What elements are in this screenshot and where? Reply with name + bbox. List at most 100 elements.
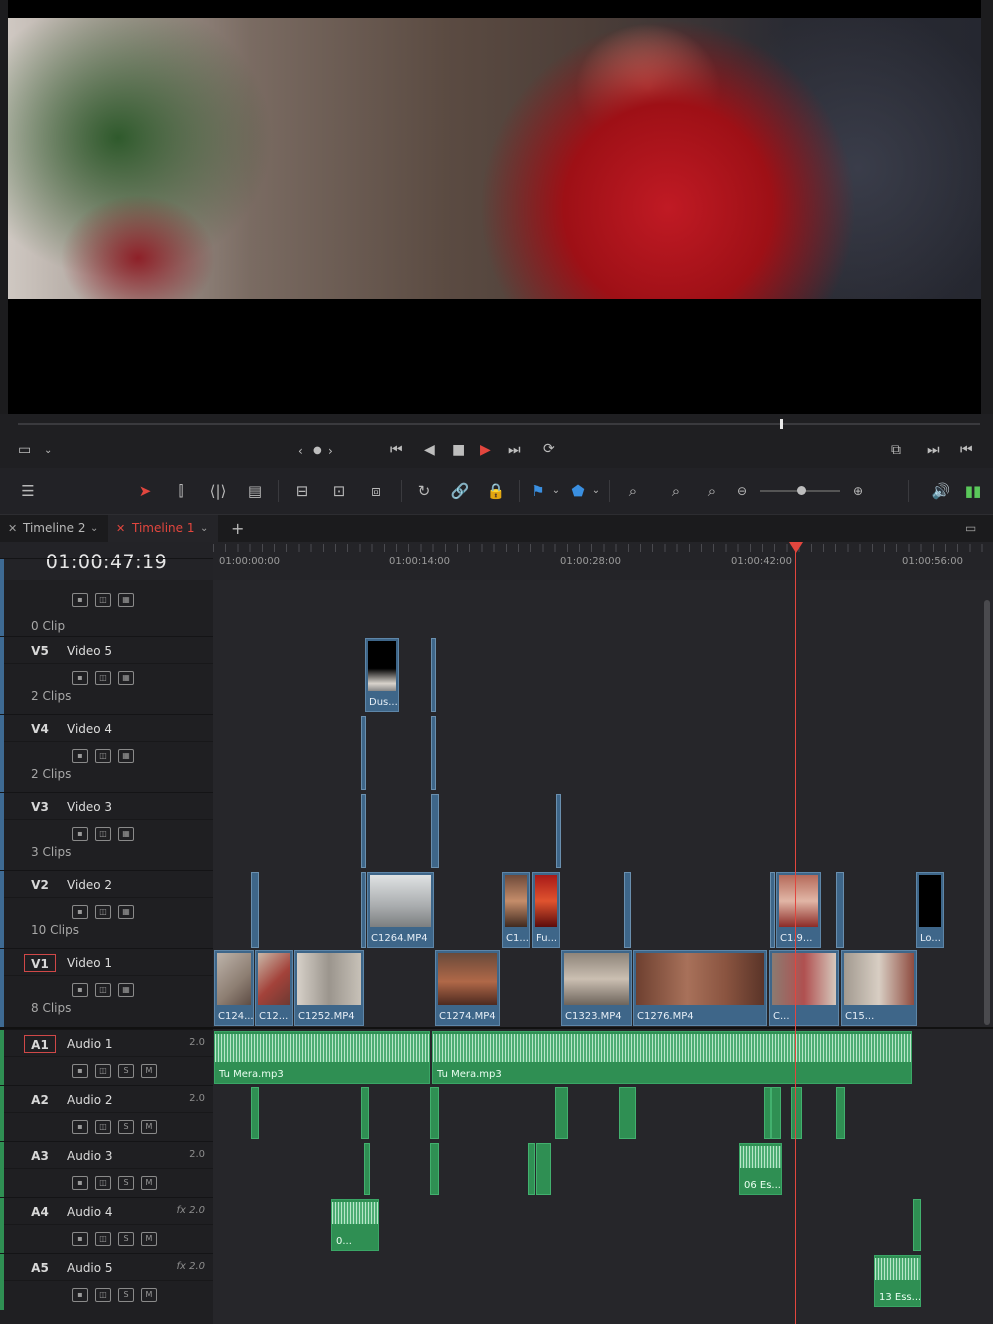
playhead-line[interactable] <box>795 542 796 1324</box>
zoom-slider-handle[interactable] <box>797 486 806 495</box>
audio-clip[interactable] <box>913 1199 921 1251</box>
track-id[interactable]: A2 <box>24 1091 56 1109</box>
audio-clip[interactable] <box>836 1087 845 1139</box>
video-clip[interactable]: C1.9... <box>776 872 821 948</box>
track-id[interactable]: A1 <box>24 1035 56 1053</box>
auto-select-icon[interactable]: ◫ <box>95 1176 111 1190</box>
audio-video-divider[interactable] <box>0 1027 993 1029</box>
speaker-icon[interactable]: 🔊 <box>929 482 953 500</box>
track-id[interactable]: V3 <box>24 798 56 816</box>
track-id[interactable]: A4 <box>24 1203 56 1221</box>
lock-icon[interactable]: ▪ <box>72 983 88 997</box>
video-clip[interactable]: C124... <box>214 950 254 1026</box>
loop-icon[interactable]: ⟳ <box>543 441 555 457</box>
video-clip[interactable]: C1264.MP4 <box>367 872 434 948</box>
snapping-icon[interactable]: ↻ <box>412 482 436 500</box>
audio-clip[interactable] <box>430 1087 439 1139</box>
auto-select-icon[interactable]: ◫ <box>95 827 111 841</box>
close-icon[interactable]: ✕ <box>116 515 125 542</box>
tab-timeline-2[interactable]: Timeline 2 <box>23 515 85 542</box>
track-id[interactable]: V4 <box>24 720 56 738</box>
video-clip[interactable] <box>624 872 631 948</box>
video-clip[interactable]: C15... <box>841 950 917 1026</box>
film-icon[interactable]: ▦ <box>118 593 134 607</box>
audio-clip[interactable] <box>764 1087 771 1139</box>
video-clip[interactable]: C12... <box>255 950 293 1026</box>
stop-icon[interactable]: ■ <box>452 442 465 458</box>
audio-clip[interactable] <box>555 1087 568 1139</box>
auto-select-icon[interactable]: ◫ <box>95 1064 111 1078</box>
jog-right-icon[interactable]: › <box>328 443 333 459</box>
trim-tool-icon[interactable]: ⫿ <box>169 482 193 500</box>
film-icon[interactable]: ▦ <box>118 827 134 841</box>
audio-clip[interactable]: Tu Mera.mp3 <box>214 1031 430 1084</box>
chevron-down-icon[interactable]: ⌄ <box>544 482 568 500</box>
audio-clip[interactable]: Tu Mera.mp3 <box>432 1031 912 1084</box>
playhead-handle[interactable] <box>789 542 803 553</box>
solo-button[interactable]: S <box>118 1232 134 1246</box>
audio-meter-icon[interactable]: ▮▮ <box>961 482 985 500</box>
lock-icon[interactable]: ▪ <box>72 593 88 607</box>
film-icon[interactable]: ▦ <box>118 983 134 997</box>
track-name[interactable]: Video 2 <box>67 876 112 894</box>
video-clip[interactable] <box>431 638 436 712</box>
selection-tool-icon[interactable]: ➤ <box>133 482 157 500</box>
audio-clip[interactable] <box>430 1143 439 1195</box>
video-clip[interactable]: C1... <box>502 872 530 948</box>
mute-button[interactable]: M <box>141 1176 157 1190</box>
track-name[interactable]: Audio 3 <box>67 1147 113 1165</box>
lock-icon[interactable]: ▪ <box>72 749 88 763</box>
track-id[interactable]: V1 <box>24 954 56 972</box>
video-clip[interactable]: Fu... <box>532 872 560 948</box>
track-id[interactable]: V5 <box>24 642 56 660</box>
audio-clip[interactable] <box>619 1087 636 1139</box>
solo-button[interactable]: S <box>118 1120 134 1134</box>
viewer-size-icon[interactable]: ▭ <box>18 442 31 458</box>
audio-clip[interactable]: 13 Ess... <box>874 1255 921 1307</box>
zoom-in-icon[interactable]: ⊕ <box>846 482 870 500</box>
audio-clip[interactable]: 0... <box>331 1199 379 1251</box>
timeline-view-options-icon[interactable]: ▭ <box>965 515 976 542</box>
blade-tool-icon[interactable]: ▤ <box>243 482 267 500</box>
film-icon[interactable]: ▦ <box>118 749 134 763</box>
tab-timeline-1[interactable]: Timeline 1 <box>132 515 194 542</box>
solo-button[interactable]: S <box>118 1064 134 1078</box>
auto-select-icon[interactable]: ◫ <box>95 905 111 919</box>
track-name[interactable]: Video 5 <box>67 642 112 660</box>
mute-button[interactable]: M <box>141 1064 157 1078</box>
chevron-down-icon[interactable]: ⌄ <box>44 443 52 459</box>
chevron-down-icon[interactable]: ⌄ <box>200 515 208 542</box>
link-icon[interactable]: 🔗 <box>448 482 472 500</box>
auto-select-icon[interactable]: ◫ <box>95 1232 111 1246</box>
auto-select-icon[interactable]: ◫ <box>95 749 111 763</box>
lock-icon[interactable]: ▪ <box>72 1232 88 1246</box>
video-clip[interactable]: Dus... <box>365 638 399 712</box>
jog-left-icon[interactable]: ‹ <box>298 443 303 459</box>
lock-icon[interactable]: ▪ <box>72 1120 88 1134</box>
mute-button[interactable]: M <box>141 1120 157 1134</box>
video-clip[interactable]: C... <box>769 950 839 1026</box>
mute-button[interactable]: M <box>141 1232 157 1246</box>
video-clip[interactable] <box>431 716 436 790</box>
solo-button[interactable]: S <box>118 1288 134 1302</box>
zoom-custom-icon[interactable]: ⌕ <box>700 482 724 500</box>
lock-icon[interactable]: ▪ <box>72 1288 88 1302</box>
video-clip[interactable]: C1274.MP4 <box>435 950 500 1026</box>
lock-icon[interactable]: ▪ <box>72 1176 88 1190</box>
match-frame-icon[interactable]: ⧉ <box>891 442 901 458</box>
video-clip[interactable] <box>836 872 844 948</box>
zoom-out-icon[interactable]: ⊖ <box>730 482 754 500</box>
dynamic-trim-icon[interactable]: ⟨|⟩ <box>206 482 230 500</box>
lock-icon[interactable]: ▪ <box>72 905 88 919</box>
insert-clip-icon[interactable]: ⊟ <box>290 482 314 500</box>
position-lock-icon[interactable]: 🔒 <box>484 482 508 500</box>
film-icon[interactable]: ▦ <box>118 671 134 685</box>
auto-select-icon[interactable]: ◫ <box>95 983 111 997</box>
track-name[interactable]: Video 3 <box>67 798 112 816</box>
close-icon[interactable]: ✕ <box>8 515 17 542</box>
mute-button[interactable]: M <box>141 1288 157 1302</box>
audio-clip[interactable]: 06 Es... <box>739 1143 782 1195</box>
video-clip[interactable]: C1252.MP4 <box>294 950 364 1026</box>
video-clip[interactable] <box>251 872 259 948</box>
auto-select-icon[interactable]: ◫ <box>95 671 111 685</box>
